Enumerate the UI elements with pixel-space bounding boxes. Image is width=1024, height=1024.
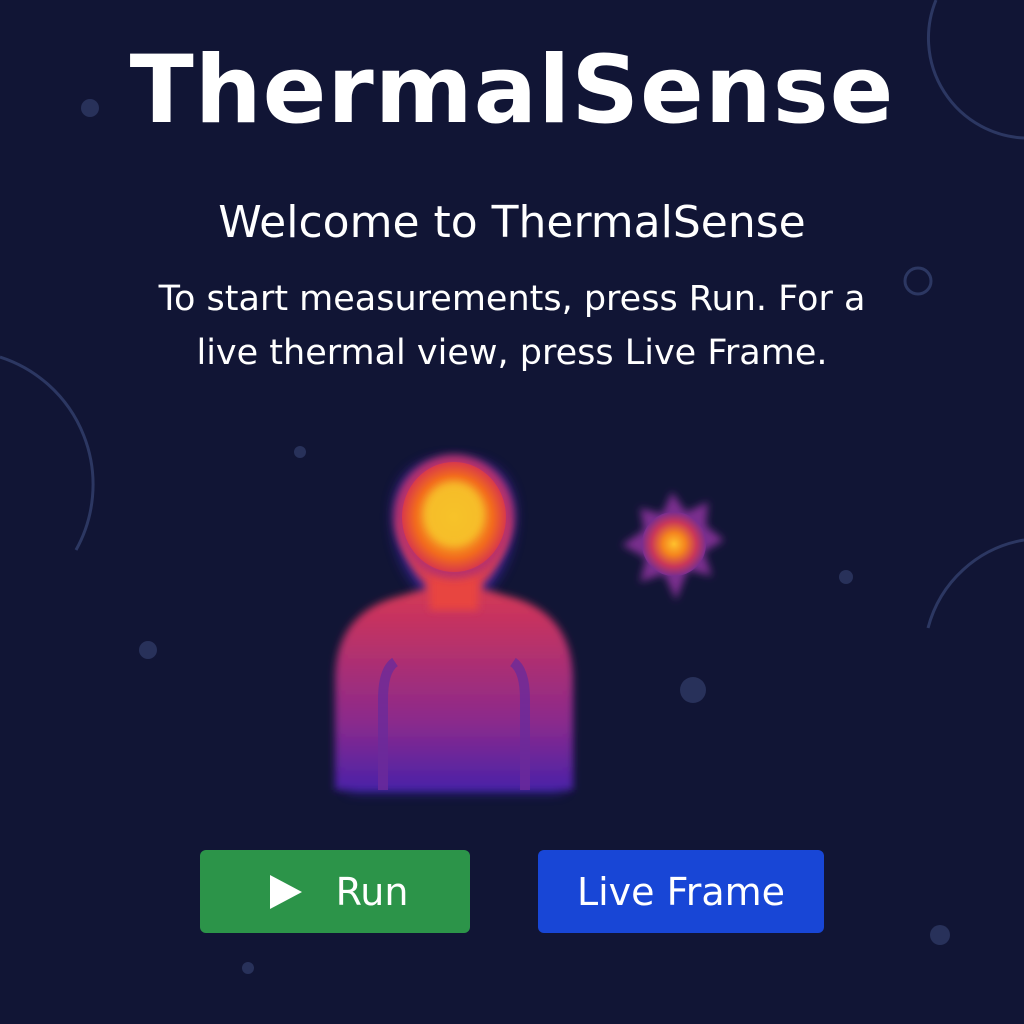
run-button-label: Run: [335, 869, 409, 914]
instructions-line-2: live thermal view, press Live Frame.: [196, 333, 828, 373]
instructions-line-1: To start measurements, press Run. For a: [158, 279, 866, 319]
welcome-instructions: To start measurements, press Run. For a …: [120, 272, 904, 380]
welcome-screen: ThermalSense Welcome to ThermalSense To …: [0, 0, 1024, 1024]
heat-spot-icon: [622, 492, 724, 600]
thermal-person-icon: [335, 455, 573, 790]
live-frame-button[interactable]: Live Frame: [538, 850, 824, 933]
live-frame-button-label: Live Frame: [576, 869, 786, 914]
app-title: ThermalSense: [129, 36, 895, 145]
play-icon: [269, 874, 302, 909]
welcome-heading: Welcome to ThermalSense: [218, 197, 806, 248]
run-button[interactable]: Run: [200, 850, 470, 933]
thermal-illustration: [335, 455, 724, 790]
